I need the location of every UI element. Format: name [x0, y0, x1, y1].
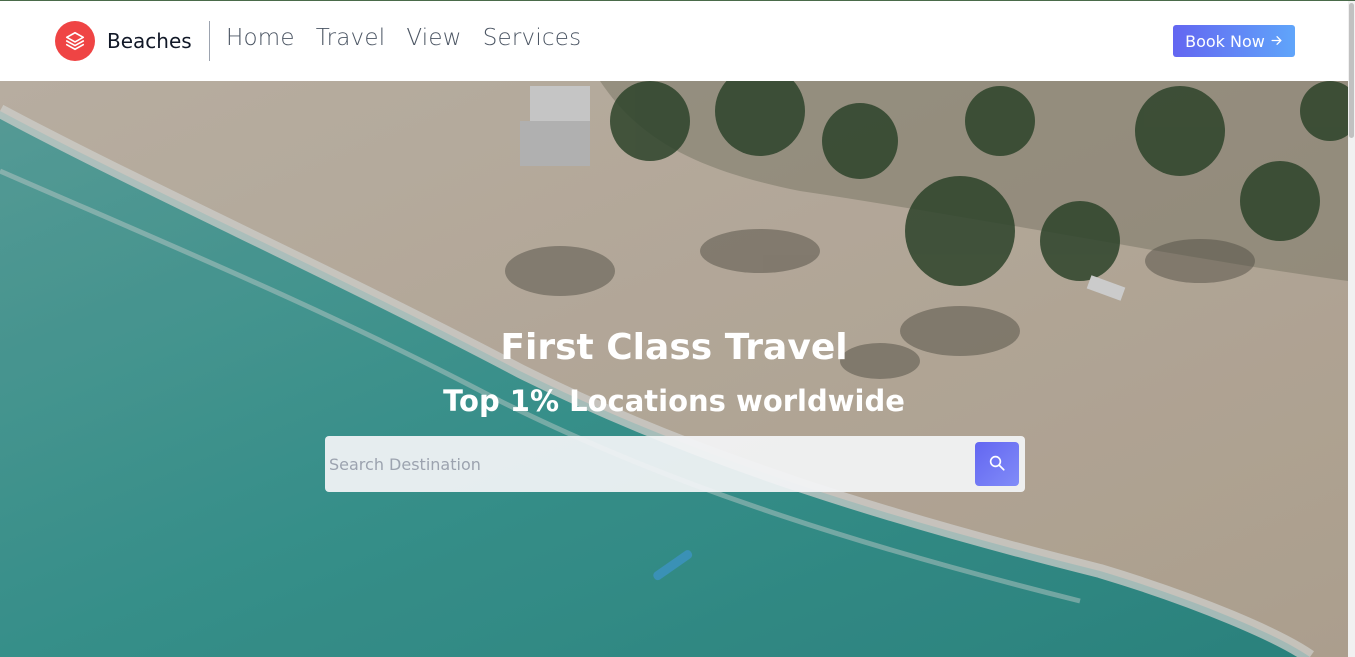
- main-nav: Home Travel View Services: [226, 25, 581, 51]
- nav-divider: [209, 21, 210, 61]
- book-now-button[interactable]: Book Now: [1173, 25, 1295, 57]
- nav-link-view[interactable]: View: [406, 25, 461, 51]
- page-scrollbar[interactable]: [1348, 1, 1355, 657]
- hero-section: First Class Travel Top 1% Locations worl…: [0, 81, 1348, 657]
- hero-overlay: [0, 81, 1348, 657]
- brand-name: Beaches: [107, 29, 192, 53]
- layers-icon: [55, 21, 95, 61]
- nav-link-services[interactable]: Services: [483, 25, 582, 51]
- nav-link-home[interactable]: Home: [226, 25, 295, 51]
- nav-link-travel[interactable]: Travel: [316, 25, 386, 51]
- search-destination-input[interactable]: [329, 444, 969, 484]
- hero-subtitle: Top 1% Locations worldwide: [443, 384, 905, 418]
- brand-logo[interactable]: Beaches: [55, 21, 192, 61]
- destination-search-bar: [325, 436, 1025, 492]
- search-icon: [988, 454, 1006, 475]
- book-now-label: Book Now: [1185, 31, 1265, 51]
- search-button[interactable]: [975, 442, 1019, 486]
- arrow-right-icon: [1270, 32, 1283, 51]
- hero-title: First Class Travel: [500, 327, 848, 368]
- navbar: Beaches Home Travel View Services Book N…: [0, 1, 1348, 81]
- scrollbar-thumb[interactable]: [1349, 3, 1354, 138]
